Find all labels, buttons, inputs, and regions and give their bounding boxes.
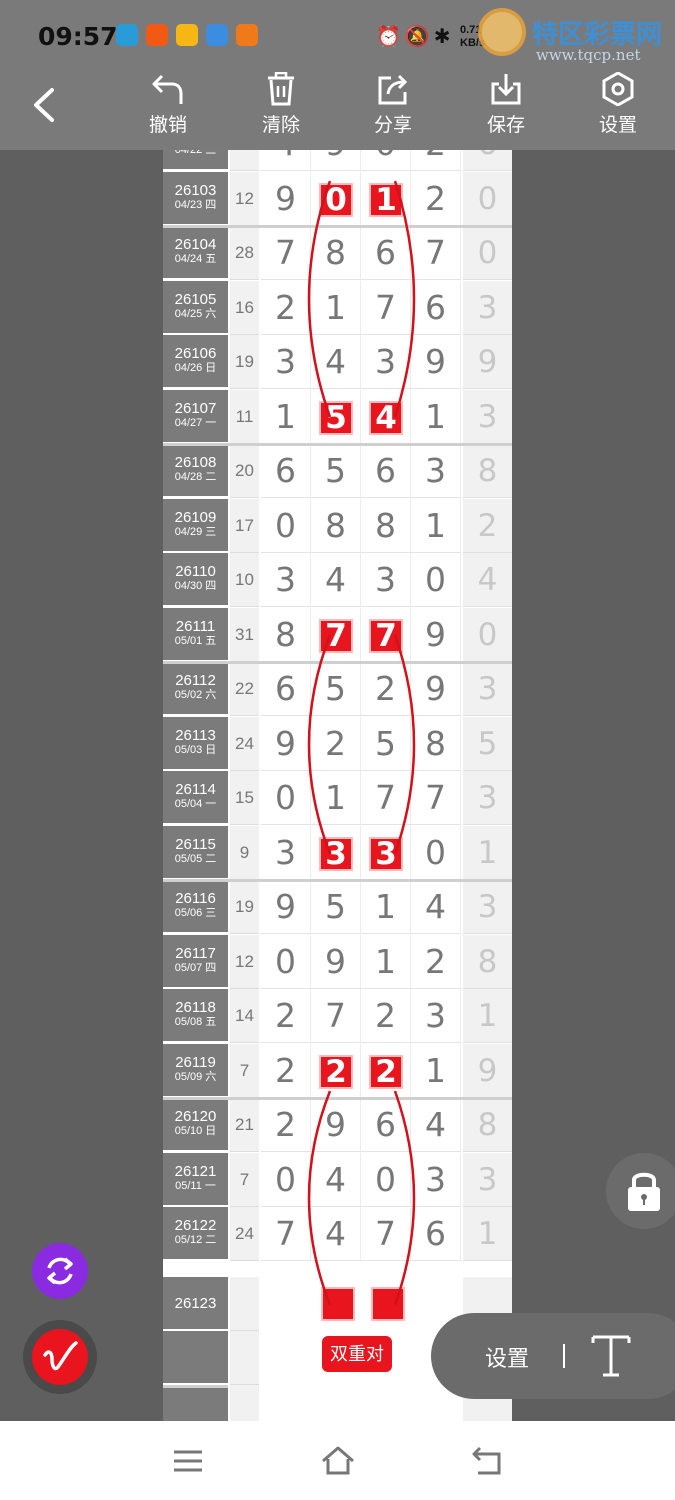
drawn-curve xyxy=(307,180,332,418)
pen-icon xyxy=(43,1341,78,1371)
notification-app-icon xyxy=(116,24,138,46)
watermark-logo-icon xyxy=(478,8,526,56)
download-icon xyxy=(491,74,521,105)
clear-label: 清除 xyxy=(261,115,300,136)
settings-label: 设置 xyxy=(598,115,637,136)
trash-icon xyxy=(268,72,294,106)
settings-button[interactable]: 设置 xyxy=(578,72,658,142)
settings-pill[interactable]: 设置 xyxy=(431,1313,675,1399)
browser-notification-icon xyxy=(206,24,228,46)
top-toolbar: 09:57 ⏰🔕✱ 0.71 KB/s 特区彩票网 www.tqcp.net 撤销… xyxy=(0,0,675,150)
save-label: 保存 xyxy=(486,115,525,136)
undo-label: 撤销 xyxy=(148,115,187,136)
video-notification-icon xyxy=(236,24,258,46)
undo-button[interactable]: 撤销 xyxy=(128,72,208,142)
refresh-button[interactable] xyxy=(32,1243,88,1299)
settings-pill-label: 设置 xyxy=(485,1346,530,1371)
clear-button[interactable]: 清除 xyxy=(241,72,321,142)
lock-icon xyxy=(628,1172,660,1211)
taobao-notification-icon xyxy=(146,24,168,46)
home-icon[interactable] xyxy=(320,1445,356,1477)
pen-button-inner xyxy=(32,1329,88,1385)
status-icons: ⏰🔕✱ xyxy=(376,24,455,48)
text-tool-icon[interactable] xyxy=(589,1331,633,1379)
back-arrow-icon xyxy=(34,88,54,122)
drawn-curve xyxy=(307,1090,332,1306)
pill-divider xyxy=(563,1344,565,1368)
pen-button[interactable] xyxy=(23,1320,97,1394)
weather-notification-icon xyxy=(176,24,198,46)
lock-button[interactable] xyxy=(606,1153,675,1229)
return-icon[interactable] xyxy=(470,1445,504,1477)
hexagon-settings-icon xyxy=(602,72,634,106)
save-button[interactable]: 保存 xyxy=(466,72,546,142)
share-icon xyxy=(378,74,408,105)
undo-icon xyxy=(152,74,183,104)
share-label: 分享 xyxy=(373,115,412,136)
menu-icon[interactable] xyxy=(172,1445,204,1477)
refresh-icon xyxy=(47,1257,73,1285)
lottery-history-table: 2610204/22 三15490262610304/23 四129012026… xyxy=(163,150,512,1421)
drawn-pattern-curves xyxy=(307,180,416,1306)
drawn-curve xyxy=(393,180,416,418)
back-button[interactable] xyxy=(24,82,68,128)
system-nav-bar xyxy=(0,1421,675,1500)
drawn-curve xyxy=(393,634,416,855)
drawn-curve xyxy=(393,1090,416,1306)
drawn-curve xyxy=(307,634,332,855)
share-button[interactable]: 分享 xyxy=(353,72,433,142)
watermark-url: www.tqcp.net xyxy=(536,46,641,64)
status-time: 09:57 xyxy=(38,22,118,51)
